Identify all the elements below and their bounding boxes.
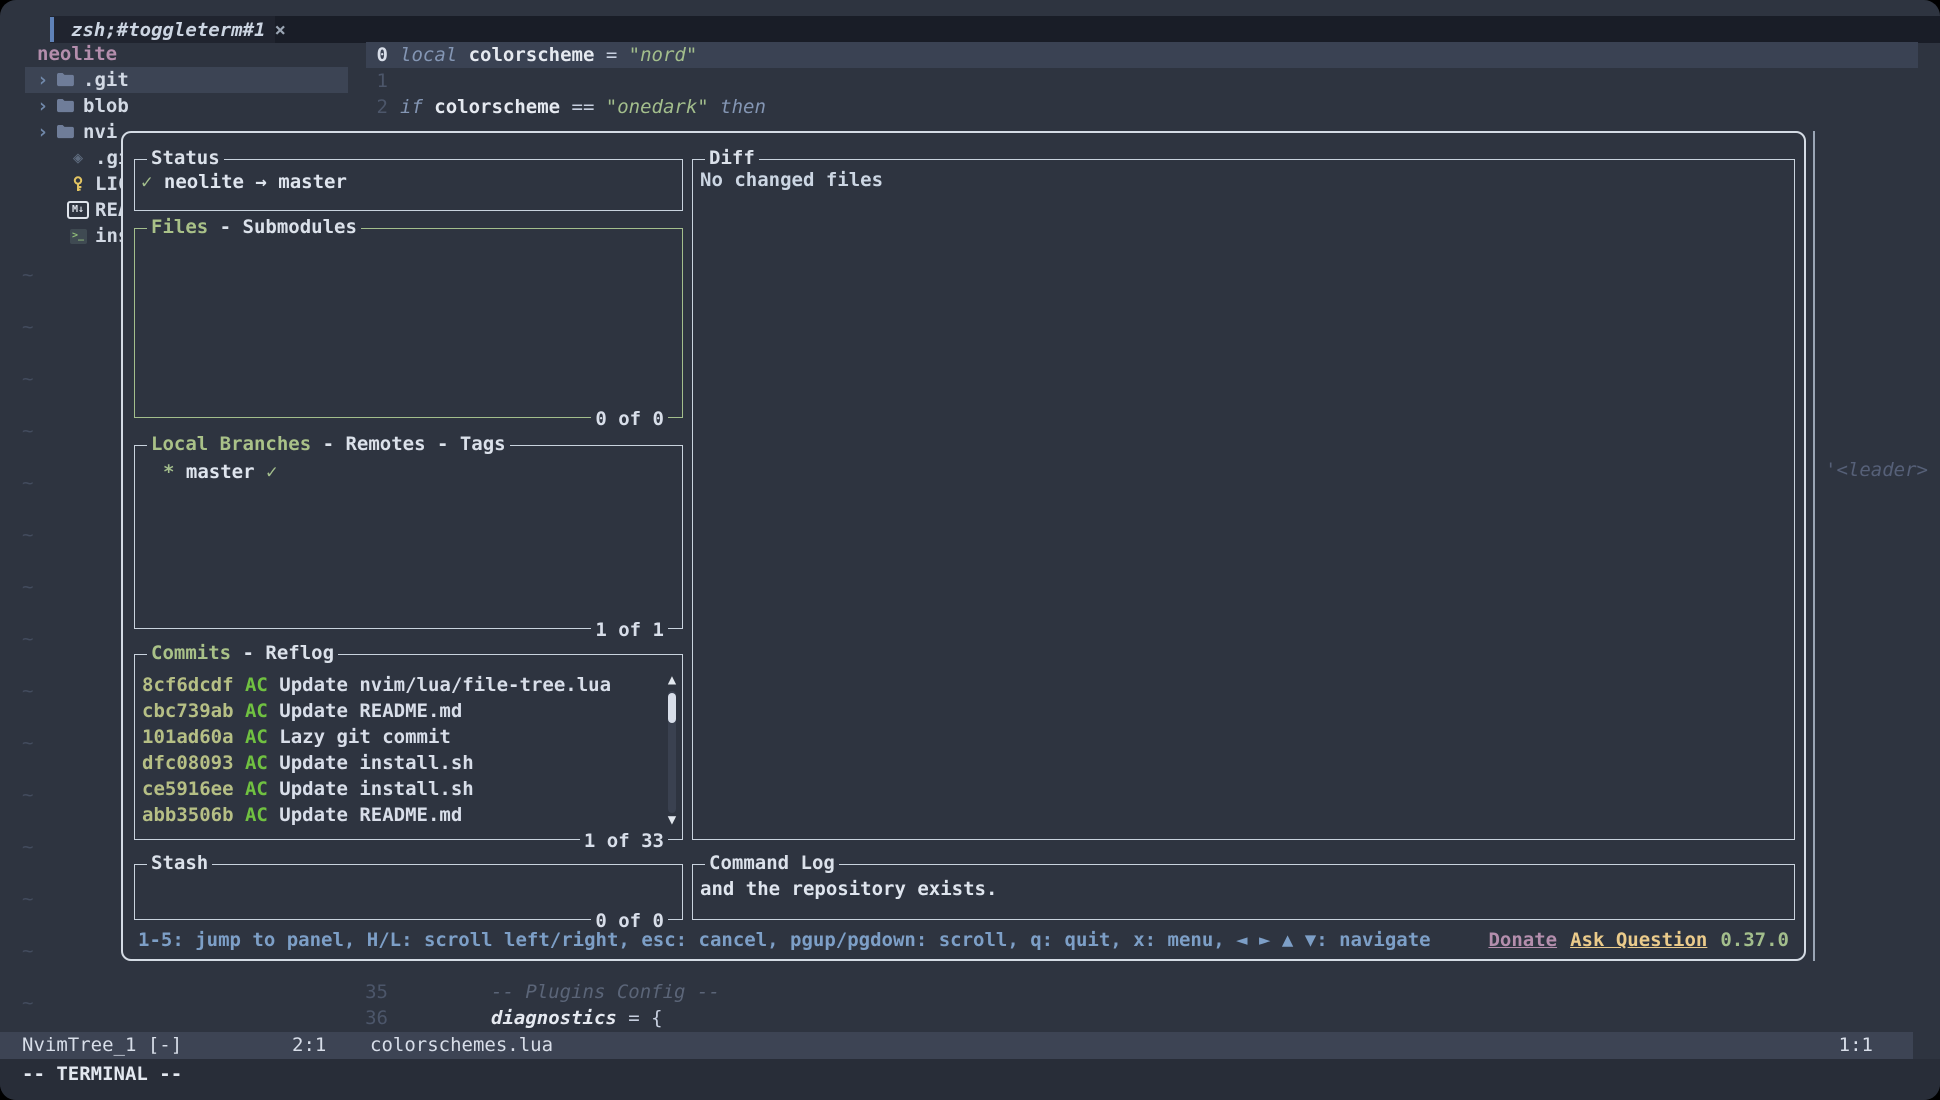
check-icon: ✓ xyxy=(266,461,277,483)
lazygit-footer: 1-5: jump to panel, H/L: scroll left/rig… xyxy=(138,927,1789,953)
commit-row[interactable]: dfc08093 AC Update install.sh xyxy=(142,750,474,776)
identifier-token: diagnostics xyxy=(491,1005,617,1031)
shell-script-icon: >_ xyxy=(67,229,89,244)
commit-row[interactable]: 101ad60a AC Lazy git commit xyxy=(142,724,451,750)
statusline-position: 2:1 xyxy=(292,1032,326,1059)
keyword-token: if xyxy=(400,94,423,120)
brace-token: { xyxy=(651,1005,662,1031)
tree-item-git-folder[interactable]: › .git xyxy=(25,67,348,93)
identifier-token: colorscheme xyxy=(434,94,560,120)
folder-icon xyxy=(55,99,77,113)
bufferline-offset xyxy=(0,16,50,43)
tab-active-indicator xyxy=(50,17,54,42)
lazygit-window: Status ✓ neolite → master Files - Submod… xyxy=(121,131,1806,961)
key-icon xyxy=(67,176,89,192)
branches-panel-title[interactable]: Local Branches - Remotes - Tags xyxy=(147,433,510,455)
scroll-up-icon[interactable]: ▲ xyxy=(664,673,680,687)
code-line-36: diagnostics = { xyxy=(491,1005,663,1031)
chevron-right-icon: › xyxy=(37,67,55,93)
commit-row[interactable]: ce5916ee AC Update install.sh xyxy=(142,776,474,802)
commit-row[interactable]: abb3506b AC Update README.md xyxy=(142,802,462,828)
line-number: 1 xyxy=(348,68,388,94)
status-panel[interactable]: Status ✓ neolite → master xyxy=(134,159,683,211)
identifier-token: colorscheme xyxy=(469,42,595,68)
leader-key-hint: '<leader> xyxy=(1825,457,1928,483)
statusline-cursor: 1:1 xyxy=(1839,1032,1873,1059)
ask-question-link[interactable]: Ask Question xyxy=(1570,927,1707,953)
operator-token: = xyxy=(628,1005,639,1031)
line-number: 35 xyxy=(348,979,388,1005)
mode-indicator: -- TERMINAL -- xyxy=(22,1061,182,1088)
scroll-down-icon[interactable]: ▼ xyxy=(664,813,680,827)
commits-panel[interactable]: Commits - Reflog 8cf6dcdf AC Update nvim… xyxy=(134,654,683,840)
operator-token: == xyxy=(572,94,595,120)
folder-icon xyxy=(55,125,77,139)
commits-scrollbar: ▲ ▼ xyxy=(664,655,680,839)
stash-panel[interactable]: Stash 0 of 0 xyxy=(134,864,683,920)
scrollbar-thumb[interactable] xyxy=(668,693,676,723)
commits-panel-title[interactable]: Commits - Reflog xyxy=(147,642,338,664)
tree-item-blob-folder[interactable]: › blob xyxy=(25,93,348,119)
markdown-icon: M↓ xyxy=(67,201,89,219)
version-label: 0.37.0 xyxy=(1720,927,1789,953)
operator-token: = xyxy=(606,42,617,68)
check-icon: ✓ xyxy=(141,171,152,193)
keybindings-hint: 1-5: jump to panel, H/L: scroll left/rig… xyxy=(138,927,1431,953)
statusline: NvimTree_1 [-] 2:1 colorschemes.lua 1:1 xyxy=(0,1032,1913,1059)
statusline-filename: colorschemes.lua xyxy=(370,1032,553,1059)
terminal-window: zsh;#toggleterm#1 × neolite › .git › blo… xyxy=(0,0,1940,1100)
tree-root-label[interactable]: neolite xyxy=(37,41,117,67)
branches-panel[interactable]: Local Branches - Remotes - Tags * master… xyxy=(134,445,683,629)
code-line-35: -- Plugins Config -- xyxy=(491,979,720,1005)
tab-close-icon[interactable]: × xyxy=(274,19,285,41)
diff-body: No changed files xyxy=(700,169,883,191)
command-log-panel[interactable]: Command Log and the repository exists. xyxy=(692,864,1795,920)
status-panel-title[interactable]: Status xyxy=(147,147,224,169)
window-separator xyxy=(1813,131,1815,961)
commit-row[interactable]: cbc739ab AC Update README.md xyxy=(142,698,462,724)
code-line-0: local colorscheme = "nord" xyxy=(400,42,697,68)
code-line-2: if colorscheme == "onedark" then xyxy=(400,94,766,120)
files-panel[interactable]: Files - Submodules 0 of 0 xyxy=(134,228,683,418)
diff-panel[interactable]: Diff No changed files xyxy=(692,159,1795,840)
comment-token: -- Plugins Config -- xyxy=(491,979,720,1005)
chevron-right-icon: › xyxy=(37,93,55,119)
bufferline: zsh;#toggleterm#1 × xyxy=(0,16,1940,43)
line-number: 36 xyxy=(348,1005,388,1031)
keyword-token: then xyxy=(720,94,766,120)
keyword-token: local xyxy=(400,42,457,68)
empty-buffer-tildes: ~ ~ ~ ~ ~ ~ ~ ~ ~ ~ ~ ~ ~ ~ ~ xyxy=(22,249,33,1029)
line-number: 0 xyxy=(348,42,388,68)
diff-panel-title[interactable]: Diff xyxy=(705,147,759,169)
command-log-body: and the repository exists. xyxy=(700,878,997,900)
line-number: 2 xyxy=(348,94,388,120)
commit-row[interactable]: 8cf6dcdf AC Update nvim/lua/file-tree.lu… xyxy=(142,672,611,698)
donate-link[interactable]: Donate xyxy=(1488,927,1557,953)
commits-count: 1 of 33 xyxy=(580,830,668,852)
string-token: "nord" xyxy=(629,42,698,68)
files-panel-title[interactable]: Files - Submodules xyxy=(147,216,361,238)
tab-title: zsh;#toggleterm#1 xyxy=(71,19,265,41)
command-line-area: -- TERMINAL -- xyxy=(0,1059,1940,1100)
current-branch-star: * xyxy=(163,461,174,483)
chevron-right-icon: › xyxy=(37,119,55,145)
tab-toggleterm[interactable]: zsh;#toggleterm#1 × xyxy=(50,16,275,43)
statusline-buffer: NvimTree_1 [-] xyxy=(22,1032,182,1059)
git-file-icon: ◈ xyxy=(67,145,89,171)
stash-panel-title[interactable]: Stash xyxy=(147,852,212,874)
command-log-title[interactable]: Command Log xyxy=(705,852,839,874)
folder-icon xyxy=(55,73,77,87)
files-count: 0 of 0 xyxy=(591,408,668,430)
status-branch-row[interactable]: ✓ neolite → master xyxy=(141,171,347,193)
string-token: "onedark" xyxy=(606,94,709,120)
branch-row-master[interactable]: * master ✓ xyxy=(163,461,277,483)
branches-count: 1 of 1 xyxy=(591,619,668,641)
screenshot-canvas: zsh;#toggleterm#1 × neolite › .git › blo… xyxy=(0,0,1940,1100)
